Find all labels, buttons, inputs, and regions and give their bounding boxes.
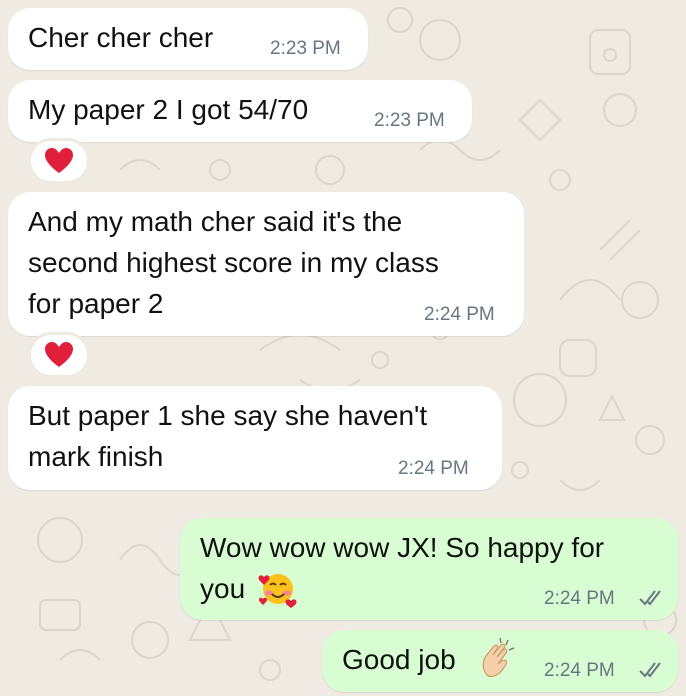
message-timestamp: 2:24 PM	[398, 458, 469, 479]
read-receipt-icon	[639, 590, 661, 606]
message-timestamp: 2:23 PM	[374, 110, 445, 131]
message-timestamp: 2:24 PM	[424, 304, 495, 325]
red-heart-icon	[45, 148, 73, 173]
clapping-hands-icon	[482, 637, 515, 677]
message-text: Cher cher cher	[28, 22, 214, 53]
message-bubble-incoming[interactable]: But paper 1 she say she haven't mark fin…	[8, 386, 502, 490]
message-bubble-outgoing[interactable]: Good job 2:24 PM	[322, 630, 678, 692]
message-text: My paper 2 I got 54/70	[28, 94, 309, 125]
red-heart-icon	[45, 342, 73, 367]
message-bubble-outgoing[interactable]: Wow wow wow JX! So happy for you 2:24 PM	[180, 518, 678, 620]
smiling-face-with-hearts-icon	[258, 574, 297, 608]
message-timestamp: 2:23 PM	[270, 38, 341, 59]
message-text: But paper 1 she say she haven't mark fin…	[28, 400, 428, 472]
message-timestamp: 2:24 PM	[544, 660, 615, 681]
message-bubble-incoming[interactable]: And my math cher said it's the second hi…	[8, 192, 524, 336]
read-receipt-icon	[639, 662, 661, 678]
message-text: Good job	[342, 644, 456, 675]
message-bubble-incoming[interactable]: Cher cher cher 2:23 PM	[8, 8, 368, 70]
message-reaction[interactable]	[28, 332, 90, 378]
message-bubble-incoming[interactable]: My paper 2 I got 54/70 2:23 PM	[8, 80, 472, 142]
message-reaction[interactable]	[28, 138, 90, 184]
message-text: And my math cher said it's the second hi…	[28, 206, 439, 319]
message-timestamp: 2:24 PM	[544, 588, 615, 609]
